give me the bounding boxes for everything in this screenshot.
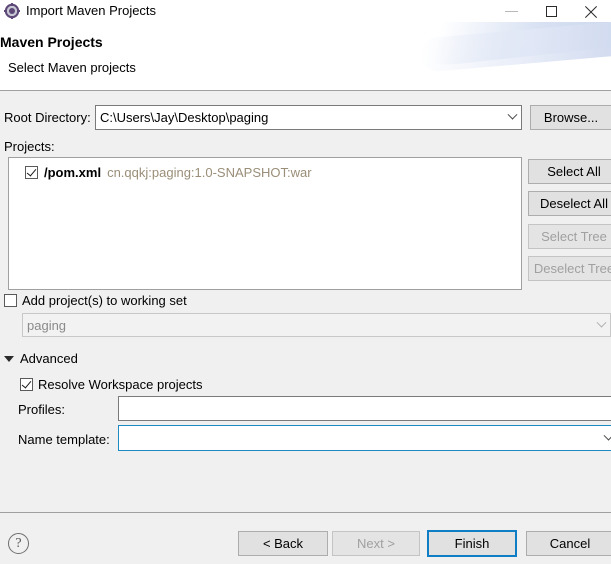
page-title: Maven Projects <box>0 34 103 50</box>
resolve-workspace-checkbox[interactable] <box>20 378 33 391</box>
project-name: /pom.xml <box>44 165 102 180</box>
maximize-button[interactable] <box>531 0 571 22</box>
projects-label: Projects: <box>4 139 55 154</box>
name-template-combo[interactable] <box>118 425 611 451</box>
root-directory-label: Root Directory: <box>4 110 91 125</box>
resolve-workspace-checkbox-row[interactable]: Resolve Workspace projects <box>20 377 203 392</box>
cancel-button[interactable]: Cancel <box>526 531 611 556</box>
advanced-label: Advanced <box>20 351 78 366</box>
working-set-label: Add project(s) to working set <box>22 293 187 308</box>
help-icon[interactable]: ? <box>8 533 29 554</box>
working-set-value: paging <box>27 317 67 333</box>
root-directory-combo[interactable]: C:\Users\Jay\Desktop\paging <box>95 105 522 130</box>
close-button[interactable] <box>571 0 611 22</box>
working-set-checkbox[interactable] <box>4 294 17 307</box>
select-tree-button: Select Tree <box>528 224 611 249</box>
minimize-icon <box>504 10 518 12</box>
window-controls <box>491 0 611 22</box>
title-bar: Import Maven Projects <box>0 0 611 22</box>
projects-list[interactable]: /pom.xml cn.qqkj:paging:1.0-SNAPSHOT:war <box>8 157 522 290</box>
chevron-down-icon <box>592 314 610 336</box>
working-set-combo: paging <box>22 313 611 337</box>
project-coordinates: cn.qqkj:paging:1.0-SNAPSHOT:war <box>107 165 312 180</box>
browse-button[interactable]: Browse... <box>530 105 611 130</box>
minimize-button[interactable] <box>491 0 531 22</box>
profiles-label: Profiles: <box>18 402 65 417</box>
chevron-down-icon[interactable] <box>599 426 611 450</box>
project-checkbox[interactable] <box>25 166 38 179</box>
dialog-header: Maven Projects Select Maven projects <box>0 22 611 90</box>
maven-gear-icon <box>4 3 20 19</box>
chevron-down-icon[interactable] <box>503 106 521 129</box>
deselect-all-button[interactable]: Deselect All <box>528 191 611 216</box>
triangle-down-icon <box>4 355 14 362</box>
resolve-workspace-label: Resolve Workspace projects <box>38 377 203 392</box>
next-button: Next > <box>332 531 420 556</box>
close-icon <box>585 5 598 18</box>
list-item[interactable]: /pom.xml cn.qqkj:paging:1.0-SNAPSHOT:war <box>25 165 312 180</box>
maximize-icon <box>545 5 557 17</box>
page-subtitle: Select Maven projects <box>8 60 136 75</box>
advanced-toggle[interactable]: Advanced <box>4 351 78 366</box>
select-all-button[interactable]: Select All <box>528 159 611 184</box>
deselect-tree-button: Deselect Tree <box>528 256 611 281</box>
profiles-input[interactable] <box>118 396 611 421</box>
finish-button[interactable]: Finish <box>427 530 517 557</box>
root-directory-value: C:\Users\Jay\Desktop\paging <box>100 110 269 125</box>
back-button[interactable]: < Back <box>238 531 328 556</box>
working-set-checkbox-row[interactable]: Add project(s) to working set <box>4 293 187 308</box>
name-template-label: Name template: <box>18 432 110 447</box>
window-title: Import Maven Projects <box>26 3 157 18</box>
